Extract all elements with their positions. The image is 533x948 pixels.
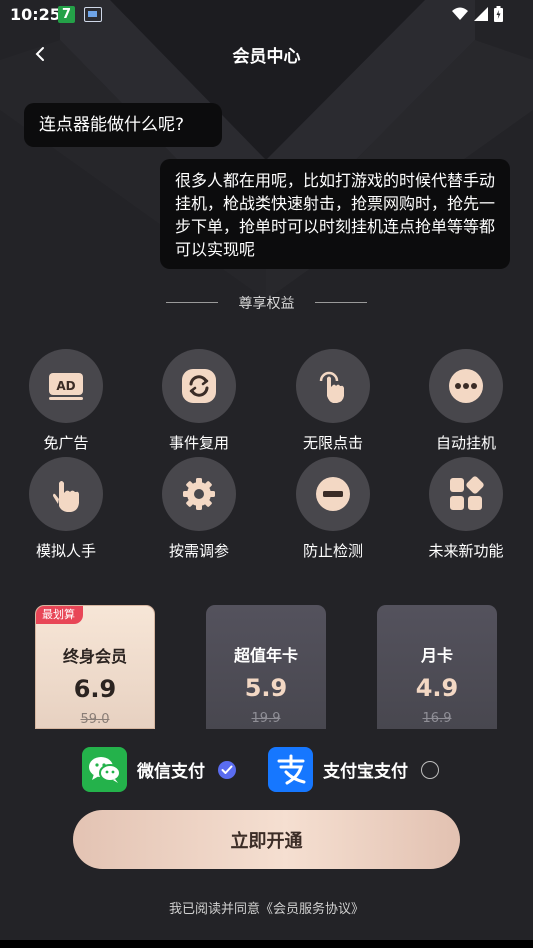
benefit-event-reuse: 事件复用 — [144, 349, 254, 453]
plan-card-monthly[interactable]: 月卡 4.9 16.9 — [377, 605, 497, 729]
plan-card-yearly[interactable]: 超值年卡 5.9 19.9 — [206, 605, 326, 729]
benefit-label: 无限点击 — [302, 434, 363, 452]
wechat-pay-option[interactable]: 微信支付 — [82, 747, 236, 792]
benefit-label: 自动挂机 — [435, 434, 496, 452]
agreement-prefix: 我已阅读并同意 — [168, 902, 260, 917]
plan-card-lifetime[interactable]: 最划算 终身会员 6.9 59.0 — [35, 605, 155, 729]
bottom-edge — [0, 940, 533, 948]
answer-bubble: 很多人都在用呢，比如打游戏的时候代替手动挂机，枪战类快速射击，抢票网购时，抢先一… — [160, 159, 510, 269]
apps-icon — [450, 476, 484, 510]
plan-price: 4.9 — [415, 674, 459, 702]
refresh-icon — [182, 369, 216, 403]
check-icon — [221, 765, 233, 774]
page-title: 会员中心 — [232, 47, 301, 67]
plan-original-price: 59.0 — [80, 712, 110, 727]
wechat-pay-radio[interactable] — [218, 760, 236, 779]
benefit-label: 免广告 — [43, 434, 89, 452]
benefit-unlimited-clicks: 无限点击 — [278, 349, 388, 453]
plan-name: 月卡 — [420, 646, 453, 665]
block-icon — [316, 477, 350, 511]
hand-icon — [53, 481, 79, 512]
benefit-future-features: 未来新功能 — [411, 457, 521, 561]
status-bar: 10:25 7 — [0, 0, 533, 30]
best-value-tag: 最划算 — [36, 606, 83, 624]
service-agreement-link[interactable]: 《会员服务协议》 — [260, 902, 364, 917]
system-icons — [452, 6, 503, 22]
screenshot-notification-icon — [84, 7, 102, 22]
benefit-label: 事件复用 — [168, 434, 229, 452]
battery-icon — [494, 6, 503, 22]
plan-original-price: 16.9 — [422, 711, 452, 726]
plan-name: 超值年卡 — [233, 646, 298, 665]
benefits-heading: 尊享权益 — [238, 296, 295, 312]
tap-icon — [319, 371, 344, 403]
plan-original-price: 19.9 — [251, 711, 281, 726]
alipay-label: 支付宝支付 — [323, 762, 408, 782]
section-divider-right — [315, 302, 367, 303]
svg-text:AD: AD — [56, 379, 75, 393]
plan-name: 终身会员 — [62, 647, 127, 666]
open-membership-button[interactable]: 立即开通 — [73, 810, 460, 869]
benefit-label: 模拟人手 — [35, 542, 96, 560]
gear-icon — [183, 478, 215, 510]
plan-price: 5.9 — [244, 674, 288, 702]
alipay-logo-icon — [268, 747, 313, 792]
agreement-text: 我已阅读并同意《会员服务协议》 — [0, 898, 533, 917]
plan-price: 6.9 — [73, 675, 117, 703]
alipay-radio[interactable] — [421, 760, 439, 779]
wechat-logo-icon — [82, 747, 127, 792]
benefit-adjust-params: 按需调参 — [144, 457, 254, 561]
notification-badge: 7 — [58, 6, 75, 23]
benefit-label: 防止检测 — [302, 542, 363, 560]
benefit-label: 按需调参 — [168, 542, 229, 560]
benefit-no-ads: AD 免广告 — [11, 349, 121, 453]
benefit-label: 未来新功能 — [428, 542, 504, 560]
wechat-pay-label: 微信支付 — [137, 762, 205, 782]
wifi-icon — [452, 7, 468, 20]
benefit-auto-afk: 自动挂机 — [411, 349, 521, 453]
status-time: 10:25 — [10, 5, 61, 24]
signal-icon — [474, 7, 488, 21]
ad-icon: AD — [49, 373, 83, 400]
alipay-option[interactable]: 支付宝支付 — [268, 747, 439, 792]
question-bubble: 连点器能做什么呢? — [24, 103, 222, 147]
more-icon — [449, 369, 483, 403]
benefit-anti-detection: 防止检测 — [278, 457, 388, 561]
benefit-simulate-hand: 模拟人手 — [11, 457, 121, 561]
